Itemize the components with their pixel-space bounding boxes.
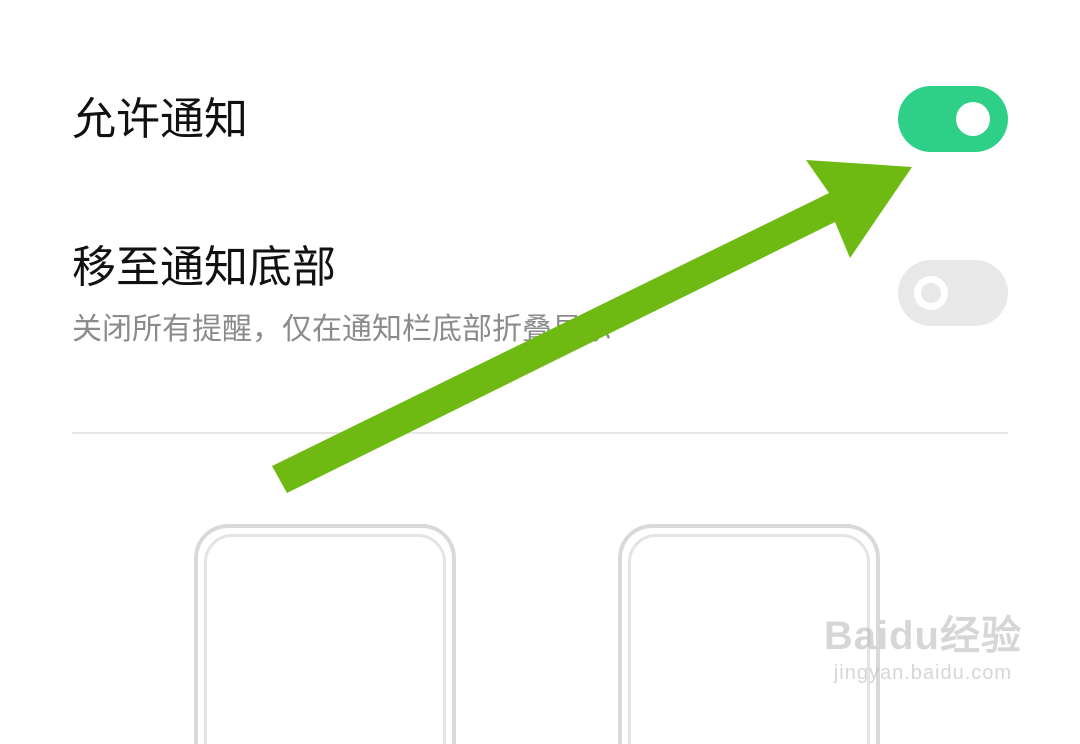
toggle-knob [914,276,948,310]
baidu-jingyan-watermark: Baidu经验 jingyan.baidu.com [824,616,1022,685]
move-to-bottom-title: 移至通知底部 [72,242,336,293]
watermark-url: jingyan.baidu.com [833,662,1013,684]
watermark-brand: Baidu经验 [823,614,1022,658]
move-to-bottom-description: 关闭所有提醒，仅在通知栏底部折叠显示 [72,312,612,348]
move-to-bottom-row[interactable]: 移至通知底部 关闭所有提醒，仅在通知栏底部折叠显示 [72,242,1008,348]
section-divider [72,432,1008,434]
allow-notifications-row[interactable]: 允许通知 [72,94,1008,145]
allow-notifications-title: 允许通知 [72,94,248,145]
allow-notifications-toggle[interactable] [898,86,1008,152]
move-to-bottom-toggle[interactable] [898,260,1008,326]
toggle-knob [956,102,990,136]
phone-screen [204,534,446,744]
style-preview-left[interactable] [194,524,456,744]
